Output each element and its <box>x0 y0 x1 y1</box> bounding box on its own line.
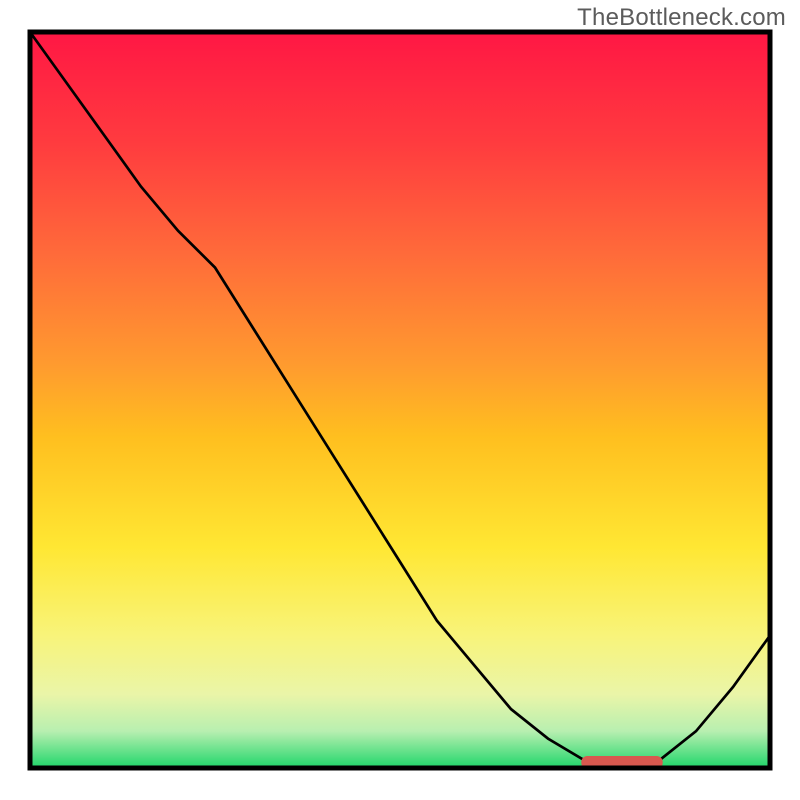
plot-background <box>30 32 770 768</box>
chart-area <box>0 0 800 800</box>
